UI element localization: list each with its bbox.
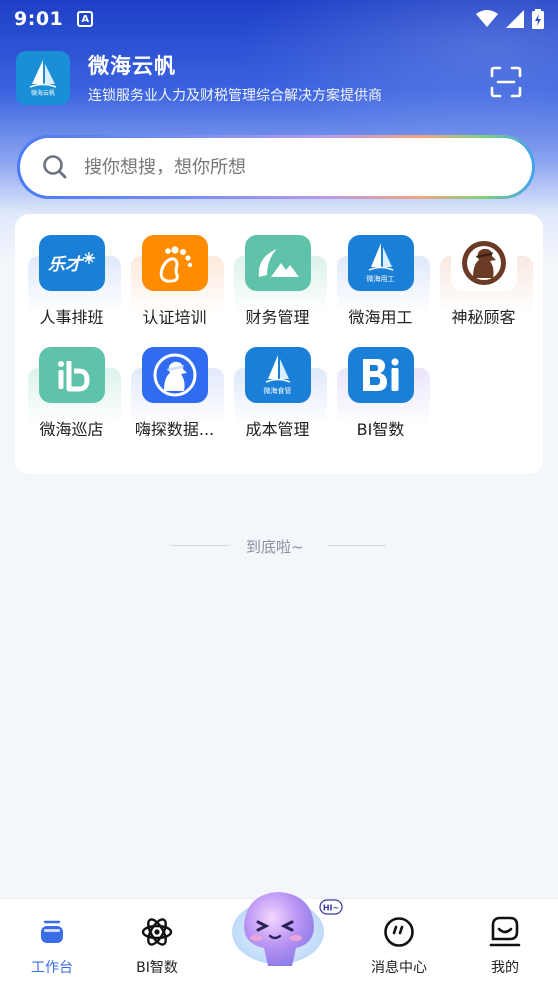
- app-label: BI智数: [356, 419, 405, 436]
- app-tile-renshi-paiban[interactable]: 乐才 人事排班: [20, 214, 123, 324]
- nav-label: 我的: [491, 960, 519, 976]
- mystery-customer-icon: [450, 235, 517, 291]
- search-bar: [17, 135, 535, 199]
- wifi-icon: [476, 10, 498, 27]
- app-tile-chengben-guanli[interactable]: 微海食管 成本管理: [226, 326, 329, 436]
- nav-label: 工作台: [31, 960, 73, 976]
- app-tile-bi-zhishu[interactable]: BI智数: [329, 326, 432, 436]
- ib-icon: [38, 347, 105, 403]
- battery-icon: [532, 9, 544, 29]
- divider-left: [171, 545, 229, 546]
- sail-logo-icon: [29, 60, 57, 88]
- app-label: 神秘顾客: [451, 307, 516, 324]
- mascot-bubble-text: HI~: [323, 904, 339, 913]
- sail-icon: 微海食管: [244, 347, 311, 403]
- app-label: 嗨探数据...: [134, 419, 215, 436]
- search-input[interactable]: [84, 156, 464, 178]
- app-tile-renzheng-peixun[interactable]: 认证培训: [123, 214, 226, 324]
- app-logo: 微海云帆: [16, 50, 70, 105]
- app-tile-caiwu-guanli[interactable]: 财务管理: [226, 214, 329, 324]
- nav-item-profile[interactable]: 我的: [455, 899, 555, 993]
- nav-item-bi[interactable]: BI智数: [107, 899, 207, 993]
- message-icon: [384, 917, 414, 947]
- app-label: 人事排班: [39, 307, 104, 324]
- profile-icon: [489, 916, 521, 947]
- app-subtitle: 连锁服务业人力及财税管理综合解决方案提供商: [88, 88, 382, 104]
- leca-icon: 乐才: [38, 235, 105, 291]
- footprint-icon: [141, 235, 208, 291]
- nav-label: 消息中心: [371, 960, 427, 976]
- app-label: 成本管理: [245, 419, 310, 436]
- nav-item-messages[interactable]: 消息中心: [349, 899, 449, 993]
- app-tile-weihai-yonggong[interactable]: 微海用工 微海用工: [329, 214, 432, 324]
- mountain-icon: [244, 235, 311, 291]
- app-tile-haitan-shuju[interactable]: 嗨探数据...: [123, 326, 226, 436]
- status-bar: 9:01 A: [0, 0, 558, 38]
- app-header: 微海云帆 微海云帆 连锁服务业人力及财税管理综合解决方案提供商: [16, 50, 382, 105]
- bi-icon: [347, 347, 414, 403]
- scan-icon[interactable]: [489, 65, 523, 99]
- detective-icon: [141, 347, 208, 403]
- logo-caption: 微海云帆: [30, 90, 55, 97]
- sail-icon: 微海用工: [347, 235, 414, 291]
- signal-icon: [506, 10, 524, 28]
- notification-icon: A: [77, 11, 94, 27]
- app-label: 认证培训: [142, 307, 207, 324]
- search-icon: [43, 155, 67, 179]
- end-of-list-text: 到底啦~: [246, 538, 304, 556]
- divider-right: [328, 545, 386, 546]
- app-title: 微海云帆: [88, 54, 176, 78]
- app-label: 财务管理: [245, 307, 310, 324]
- nav-item-workbench[interactable]: 工作台: [2, 899, 102, 993]
- app-grid: 乐才 人事排班 认证培训 财务管理 微海用工 微海用工 神秘顾客 微海巡店 嗨探…: [15, 214, 543, 474]
- mascot-assistant-button[interactable]: HI~: [228, 886, 346, 968]
- app-tile-weihai-xundian[interactable]: 微海巡店: [20, 326, 123, 436]
- app-tile-shenmi-guke[interactable]: 神秘顾客: [432, 214, 535, 324]
- app-label: 微海巡店: [39, 419, 104, 436]
- nav-label: BI智数: [136, 960, 178, 976]
- workbench-icon: [41, 920, 63, 943]
- app-label: 微海用工: [348, 307, 413, 324]
- status-time: 9:01: [14, 8, 64, 30]
- atom-icon: [141, 918, 173, 946]
